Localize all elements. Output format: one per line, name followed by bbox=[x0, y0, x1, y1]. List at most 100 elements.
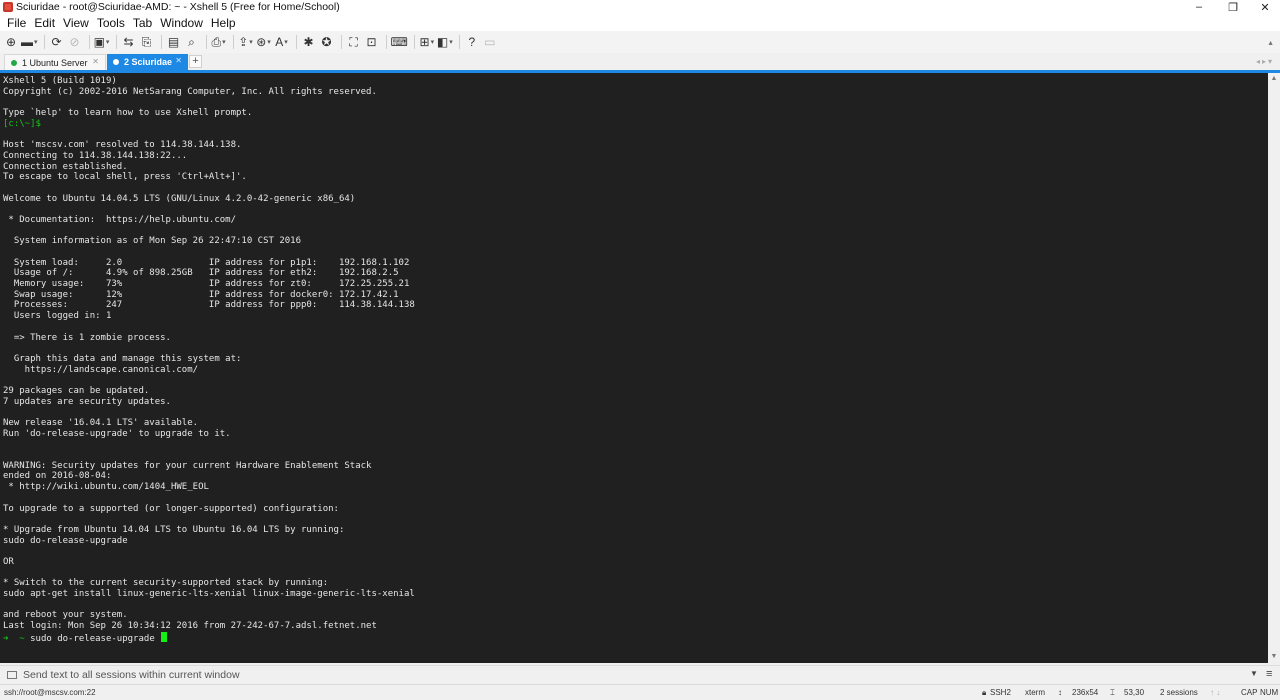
dropdown-arrow-icon[interactable]: ▾ bbox=[222, 38, 226, 46]
find-icon[interactable]: ⌕ bbox=[184, 33, 200, 51]
dropdown-arrow-icon[interactable]: ▾ bbox=[284, 38, 288, 46]
print-icon-glyph: ⎙ bbox=[211, 34, 222, 49]
toolbar-separator bbox=[458, 35, 460, 49]
dropdown-arrow-icon[interactable]: ▾ bbox=[34, 38, 38, 46]
fullscreen-icon-glyph: ⛶ bbox=[349, 34, 358, 49]
menu-help[interactable]: Help bbox=[207, 16, 240, 30]
script-icon[interactable]: ✱ bbox=[301, 33, 317, 51]
terminal-line: Copyright (c) 2002-2016 NetSarang Comput… bbox=[3, 86, 377, 97]
toolbar-collapse-icon[interactable]: ▲ bbox=[1267, 40, 1274, 47]
terminal-line: Users logged in: 1 bbox=[3, 311, 112, 322]
layout-icon-glyph: ◧ bbox=[436, 35, 449, 49]
open-session-icon[interactable]: ▬ ▾ bbox=[21, 33, 38, 51]
transfer-icon[interactable]: ⇆ bbox=[121, 33, 137, 51]
tab-ubuntu-server[interactable]: 1 Ubuntu Server ✕ bbox=[4, 54, 106, 70]
terminal-line: Connecting to 114.38.144.138:22... bbox=[3, 150, 188, 161]
minimize-button[interactable]: – bbox=[1182, 0, 1216, 14]
keyboard-icon[interactable]: ⌨ bbox=[391, 33, 408, 51]
toolbar-separator bbox=[385, 35, 387, 49]
layout-icon[interactable]: ◧ ▾ bbox=[437, 33, 453, 51]
terminal-line: * Documentation: https://help.ubuntu.com… bbox=[3, 214, 236, 225]
status-caps: CAP bbox=[1241, 688, 1258, 697]
menu-tools[interactable]: Tools bbox=[93, 16, 129, 30]
compose-menu-icon[interactable]: ≡ bbox=[1266, 668, 1272, 680]
help-icon-glyph: ? bbox=[468, 35, 476, 49]
terminal-line: Type `help' to learn how to use Xshell p… bbox=[3, 108, 253, 119]
copy-icon-glyph: ⎘ bbox=[141, 34, 152, 49]
paste-icon[interactable]: ▤ bbox=[166, 33, 182, 51]
dropdown-arrow-icon[interactable]: ▾ bbox=[267, 38, 271, 46]
terminal-cursor bbox=[161, 631, 168, 642]
new-tab-icon[interactable]: ▣ ▾ bbox=[94, 33, 110, 51]
terminal-line: and reboot your system. bbox=[3, 610, 128, 621]
xftp-icon[interactable]: ✪ bbox=[319, 33, 335, 51]
tab-close-icon[interactable]: ✕ bbox=[92, 57, 99, 66]
reconnect-icon[interactable]: ⟳ bbox=[49, 33, 65, 51]
scroll-up-icon[interactable]: ▲ bbox=[1268, 73, 1280, 85]
print-icon[interactable]: ⎙ ▾ bbox=[211, 33, 227, 51]
terminal-line: New release '16.04.1 LTS' available. bbox=[3, 418, 199, 428]
compose-input[interactable]: Send text to all sessions within current… bbox=[23, 669, 240, 681]
terminal-line: Processes: 247 IP address for ppp0: 114.… bbox=[3, 300, 415, 311]
status-bar: ssh://root@mscsv.com:22 🔒︎ SSH2 xterm ↕ … bbox=[0, 684, 1280, 700]
xshell-window: Sciuridae - root@Sciuridae-AMD: ~ - Xshe… bbox=[0, 0, 1280, 700]
menu-view[interactable]: View bbox=[59, 16, 93, 30]
comment-icon-glyph: ▭ bbox=[484, 35, 496, 49]
maximize-button[interactable]: ❐ bbox=[1216, 0, 1250, 14]
comment-icon[interactable]: ▭ bbox=[482, 33, 498, 51]
globe-icon[interactable]: ⊛ ▾ bbox=[256, 33, 272, 51]
sftp-icon[interactable]: ⇪ ▾ bbox=[238, 33, 254, 51]
dropdown-arrow-icon[interactable]: ▾ bbox=[431, 38, 435, 46]
status-cursor-position: 53,30 bbox=[1124, 688, 1145, 697]
lock-icon[interactable]: ⊡ bbox=[364, 33, 380, 51]
prompt-arrow-icon: ➜ bbox=[3, 633, 9, 644]
lock-icon: 🔒︎ bbox=[982, 688, 987, 697]
new-session-icon[interactable]: ⊕ bbox=[3, 33, 19, 51]
terminal-area[interactable]: Xshell 5 (Build 1019) Copyright (c) 2002-… bbox=[0, 73, 1268, 663]
terminal-line: Last login: Mon Sep 26 10:34:12 2016 fro… bbox=[3, 621, 377, 632]
menu-edit[interactable]: Edit bbox=[30, 16, 59, 30]
menu-file[interactable]: File bbox=[3, 16, 30, 30]
tab-close-icon[interactable]: ✕ bbox=[175, 56, 182, 65]
menu-window[interactable]: Window bbox=[156, 16, 207, 30]
dropdown-arrow-icon[interactable]: ▾ bbox=[449, 38, 453, 46]
tab-scroll-arrows-icon[interactable]: ◂▸▾ bbox=[1256, 57, 1274, 66]
disconnect-icon[interactable]: ⊘ bbox=[67, 33, 83, 51]
fullscreen-icon[interactable]: ⛶ bbox=[346, 33, 362, 51]
open-session-icon-glyph: ▬ bbox=[21, 35, 33, 49]
tab-bar: 1 Ubuntu Server ✕ 2 Sciuridae ✕ + ◂▸▾ bbox=[0, 53, 1280, 70]
copy-icon[interactable]: ⎘ bbox=[139, 33, 155, 51]
terminal-line: => There is 1 zombie process. bbox=[3, 332, 171, 343]
menu-tab[interactable]: Tab bbox=[129, 16, 156, 30]
toolbar-separator bbox=[160, 35, 162, 49]
find-icon-glyph: ⌕ bbox=[188, 34, 195, 49]
toolbar-separator bbox=[115, 35, 117, 49]
toolbar-separator bbox=[340, 35, 342, 49]
font-icon[interactable]: A ▾ bbox=[274, 33, 290, 51]
terminal-line: To escape to local shell, press 'Ctrl+Al… bbox=[3, 172, 247, 183]
scroll-down-icon[interactable]: ▼ bbox=[1268, 651, 1280, 663]
close-button[interactable]: ✕ bbox=[1248, 0, 1280, 14]
new-tab-button[interactable]: + bbox=[189, 55, 202, 68]
tab-sciuridae[interactable]: 2 Sciuridae ✕ bbox=[107, 54, 188, 70]
prompt-directory: ~ bbox=[19, 633, 25, 644]
terminal-line: sudo apt-get install linux-generic-lts-x… bbox=[3, 589, 415, 599]
toolbar-separator bbox=[232, 35, 234, 49]
lock-icon-glyph: ⊡ bbox=[366, 35, 377, 49]
dropdown-arrow-icon[interactable]: ▾ bbox=[106, 38, 110, 46]
terminal-line: Run 'do-release-upgrade' to upgrade to i… bbox=[3, 428, 231, 439]
vertical-scrollbar[interactable]: ▲ ▼ bbox=[1268, 73, 1280, 663]
status-size: 236x54 bbox=[1072, 688, 1099, 697]
compose-dropdown-icon[interactable]: ▼ bbox=[1250, 669, 1258, 678]
script-icon-glyph: ✱ bbox=[303, 35, 314, 49]
add-icon-glyph: ⊞ bbox=[419, 35, 430, 49]
help-icon[interactable]: ? bbox=[464, 33, 480, 51]
dropdown-arrow-icon[interactable]: ▾ bbox=[249, 38, 253, 46]
font-icon-glyph: A bbox=[275, 35, 284, 49]
add-icon[interactable]: ⊞ ▾ bbox=[419, 33, 435, 51]
